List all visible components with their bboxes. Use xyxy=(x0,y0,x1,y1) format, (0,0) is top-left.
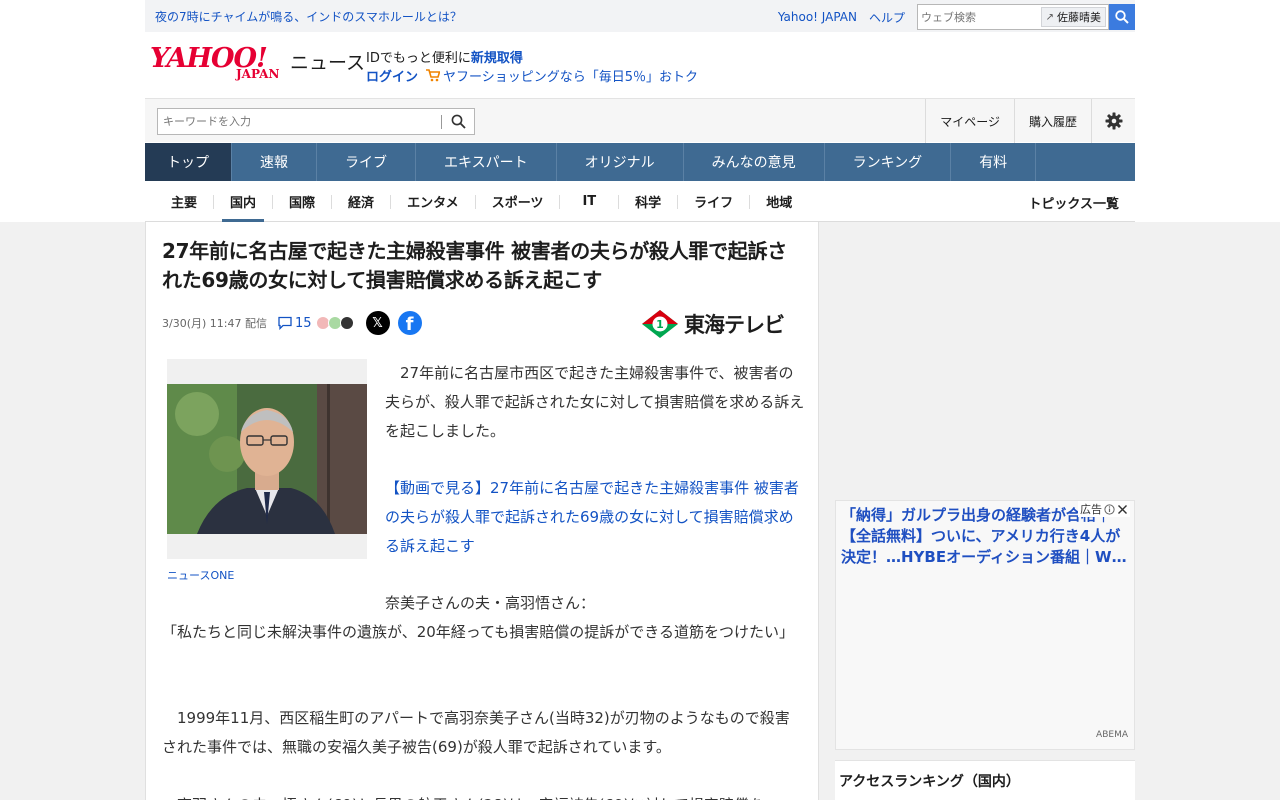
category-business[interactable]: 経済 xyxy=(332,194,392,211)
tokai-tv-mark-icon: 1 xyxy=(642,310,678,338)
main-nav: トップ 速報 ライブ エキスパート オリジナル みんなの意見 ランキング 有料 xyxy=(145,143,1135,181)
web-search-box: ↗ 佐藤晴美 xyxy=(917,4,1109,30)
user-name: 佐藤晴美 xyxy=(1057,11,1101,24)
keyword-search-button[interactable] xyxy=(442,114,474,129)
mypage-link[interactable]: マイページ xyxy=(925,99,1014,143)
ad-label[interactable]: 広告 xyxy=(1078,501,1130,517)
category-nav: 主要 国内 国際 経済 エンタメ スポーツ IT 科学 ライフ 地域 トピックス… xyxy=(145,181,1135,222)
photo-of-man-icon xyxy=(167,384,367,534)
comment-icon xyxy=(278,316,292,330)
nav-live[interactable]: ライブ xyxy=(317,143,416,181)
nav-expert[interactable]: エキスパート xyxy=(416,143,557,181)
article-paragraph: 1999年11月、西区稲生町のアパートで高羽奈美子さん(当時32)が刃物のような… xyxy=(162,709,790,756)
id-promo: IDでもっと便利に新規取得 xyxy=(366,47,523,66)
category-domestic[interactable]: 国内 xyxy=(214,194,274,222)
gear-icon xyxy=(1105,112,1122,130)
login-link[interactable]: ログイン xyxy=(366,66,418,85)
article-date: 3/30(月) 11:47 配信 xyxy=(162,317,267,330)
category-science[interactable]: 科学 xyxy=(619,194,679,211)
article-paragraph: 27年前に名古屋市西区で起きた主婦殺害事件で、被害者の夫らが、殺人罪で起訴された… xyxy=(385,364,805,440)
arrow-icon: ↗ xyxy=(1045,11,1054,23)
search-icon xyxy=(1115,10,1129,24)
topics-list-link[interactable]: トピックス一覧 xyxy=(1028,193,1119,212)
id-promo-text: IDでもっと便利に xyxy=(366,51,471,66)
logo-sub: JAPAN xyxy=(236,67,280,81)
category-entertainment[interactable]: エンタメ xyxy=(391,194,476,211)
article-paragraph: 高羽さんの夫・悟さん(69)と長男の航平さん(28)は、安福被告(69)に対して… xyxy=(162,791,792,800)
article-quote: 「私たちと同じ未解決事件の遺族が、20年経っても損害賠償の提訴ができる道筋をつけ… xyxy=(162,623,794,641)
ad-banner[interactable]: 「納得」ガルプラ出身の経験者が合格｜【全話無料】ついに、アメリカ行き4人が決定！… xyxy=(835,500,1135,750)
article-photo-box[interactable] xyxy=(167,359,367,559)
article-title: 27年前に名古屋で起きた主婦殺害事件 被害者の夫らが殺人罪で起訴された69歳の女… xyxy=(162,239,787,292)
login-row: ログイン ヤフーショッピングなら「毎日5％」おトク xyxy=(366,66,698,85)
info-icon xyxy=(1104,503,1115,515)
video-link[interactable]: 【動画で見る】27年前に名古屋で起きた主婦殺害事件 被害者の夫らが殺人罪で起訴さ… xyxy=(385,474,805,561)
web-search-input[interactable] xyxy=(918,6,1036,28)
facebook-share-icon[interactable]: f xyxy=(397,311,422,335)
access-ranking: アクセスランキング（国内） xyxy=(835,760,1135,800)
yahoo-logo[interactable]: YAHOO! JAPAN xyxy=(150,45,290,83)
category-life[interactable]: ライフ xyxy=(678,194,751,211)
shopping-promo-text: ヤフーショッピングなら「毎日5％」おトク xyxy=(443,70,699,85)
category-main[interactable]: 主要 xyxy=(155,194,215,211)
help-link[interactable]: ヘルプ xyxy=(869,9,905,26)
account-links: マイページ 購入履歴 xyxy=(925,99,1135,143)
nav-original[interactable]: オリジナル xyxy=(557,143,684,181)
ad-source: ABEMA xyxy=(1096,730,1128,740)
svg-text:1: 1 xyxy=(656,318,664,331)
purchase-history-link[interactable]: 購入履歴 xyxy=(1013,99,1091,143)
category-local[interactable]: 地域 xyxy=(750,195,808,211)
nav-ranking[interactable]: ランキング xyxy=(825,143,952,181)
ad-label-text: 広告 xyxy=(1080,503,1102,516)
reaction-face-icon xyxy=(339,316,354,330)
signup-link[interactable]: 新規取得 xyxy=(471,51,523,66)
share-buttons: 𝕏 f xyxy=(365,311,422,335)
publisher-logo[interactable]: 1 東海テレビ xyxy=(640,306,800,342)
keyword-search-input[interactable] xyxy=(158,109,441,134)
ranking-title: アクセスランキング（国内） xyxy=(839,774,1020,790)
nav-top[interactable]: トップ xyxy=(145,143,232,181)
shopping-promo[interactable]: ヤフーショッピングなら「毎日5％」おトク xyxy=(426,66,698,85)
category-items: 主要 国内 国際 経済 エンタメ スポーツ IT 科学 ライフ 地域 xyxy=(155,181,808,222)
x-share-icon[interactable]: 𝕏 xyxy=(365,311,390,335)
search-bar: マイページ 購入履歴 xyxy=(145,98,1135,143)
yahoo-japan-link[interactable]: Yahoo! JAPAN xyxy=(778,10,857,24)
category-world[interactable]: 国際 xyxy=(273,194,333,211)
keyword-search-box xyxy=(157,108,475,135)
cart-icon xyxy=(426,69,441,82)
publisher-name: 東海テレビ xyxy=(684,313,785,337)
reaction-faces[interactable] xyxy=(315,316,354,330)
top-strip-right: Yahoo! JAPAN ヘルプ ↗ 佐藤晴美 xyxy=(778,4,1135,30)
user-chip[interactable]: ↗ 佐藤晴美 xyxy=(1040,7,1106,27)
article: 27年前に名古屋で起きた主婦殺害事件 被害者の夫らが殺人罪で起訴された69歳の女… xyxy=(145,222,819,800)
photo-caption[interactable]: ニュースONE xyxy=(167,567,234,583)
top-headline-link[interactable]: 夜の7時にチャイムが鳴る、インドのスマホルールとは？ xyxy=(155,8,462,25)
web-search-button[interactable] xyxy=(1109,4,1135,30)
top-strip: 夜の7時にチャイムが鳴る、インドのスマホルールとは？ Yahoo! JAPAN … xyxy=(145,0,1135,32)
close-icon[interactable] xyxy=(1117,504,1128,515)
nav-breaking[interactable]: 速報 xyxy=(232,143,317,181)
category-it[interactable]: IT xyxy=(560,194,620,209)
service-name[interactable]: ニュース xyxy=(290,48,365,75)
article-photo xyxy=(167,384,367,534)
nav-opinions[interactable]: みんなの意見 xyxy=(684,143,825,181)
category-sports[interactable]: スポーツ xyxy=(476,194,561,211)
article-meta: 3/30(月) 11:47 配信 15 𝕏 f xyxy=(162,310,422,336)
comments-link[interactable]: 15 xyxy=(277,316,312,331)
nav-paid[interactable]: 有料 xyxy=(951,143,1037,181)
article-paragraph: 奈美子さんの夫・高羽悟さん： xyxy=(385,594,596,612)
comment-count: 15 xyxy=(294,315,312,331)
search-icon xyxy=(451,114,466,129)
settings-button[interactable] xyxy=(1091,99,1135,143)
